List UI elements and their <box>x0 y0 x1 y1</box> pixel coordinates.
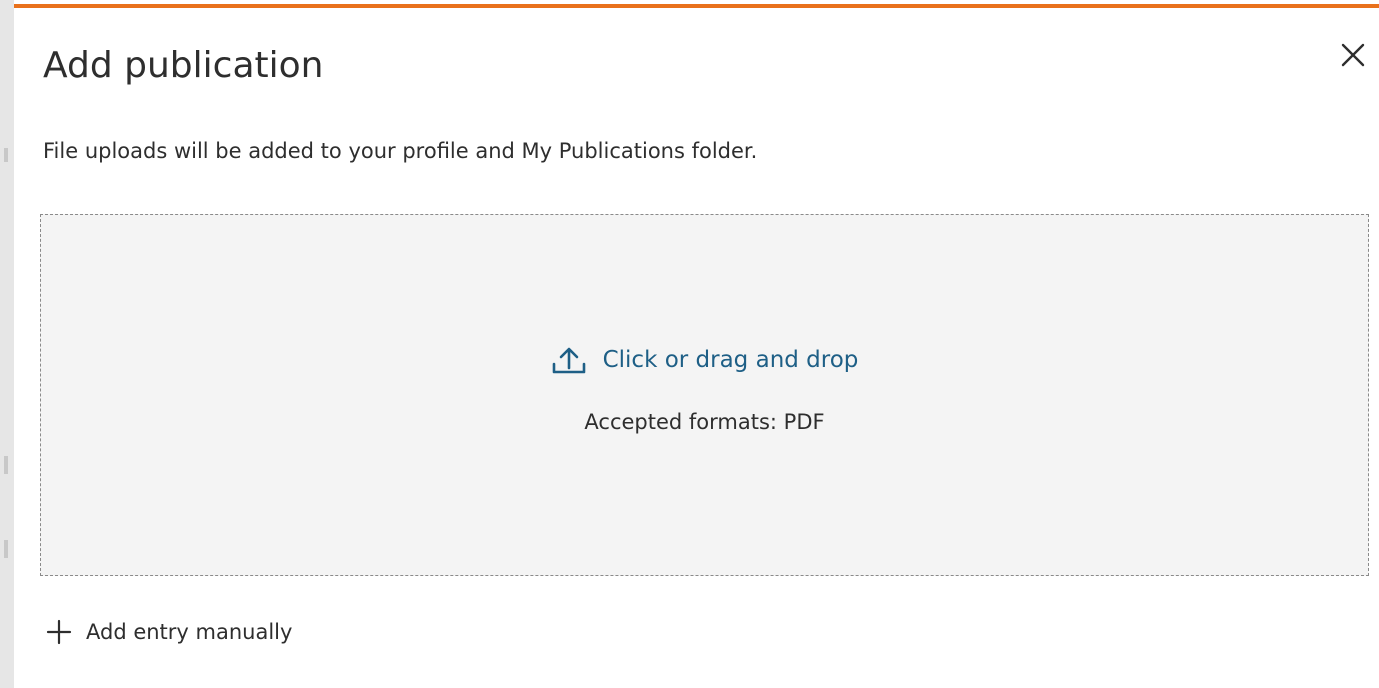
add-publication-dialog: Add publication File uploads will be add… <box>14 0 1379 688</box>
backdrop-fragment <box>4 148 8 162</box>
accepted-formats-text: Accepted formats: PDF <box>584 410 825 434</box>
backdrop-fragment <box>4 456 8 474</box>
backdrop-fragment <box>4 540 8 558</box>
upload-label[interactable]: Click or drag and drop <box>603 343 859 377</box>
dialog-subtitle: File uploads will be added to your profi… <box>43 139 758 163</box>
add-entry-manually-label[interactable]: Add entry manually <box>86 617 292 647</box>
upload-prompt[interactable]: Click or drag and drop <box>41 343 1368 377</box>
page-backdrop <box>0 0 14 688</box>
dialog-accent-bar <box>14 4 1379 8</box>
close-button[interactable] <box>1336 38 1370 72</box>
add-entry-manually-button[interactable]: Add entry manually <box>46 614 292 650</box>
close-icon <box>1341 43 1365 67</box>
file-dropzone[interactable]: Click or drag and drop Accepted formats:… <box>40 214 1369 576</box>
dialog-title: Add publication <box>43 45 324 86</box>
upload-icon <box>552 347 585 374</box>
plus-icon <box>46 619 72 645</box>
